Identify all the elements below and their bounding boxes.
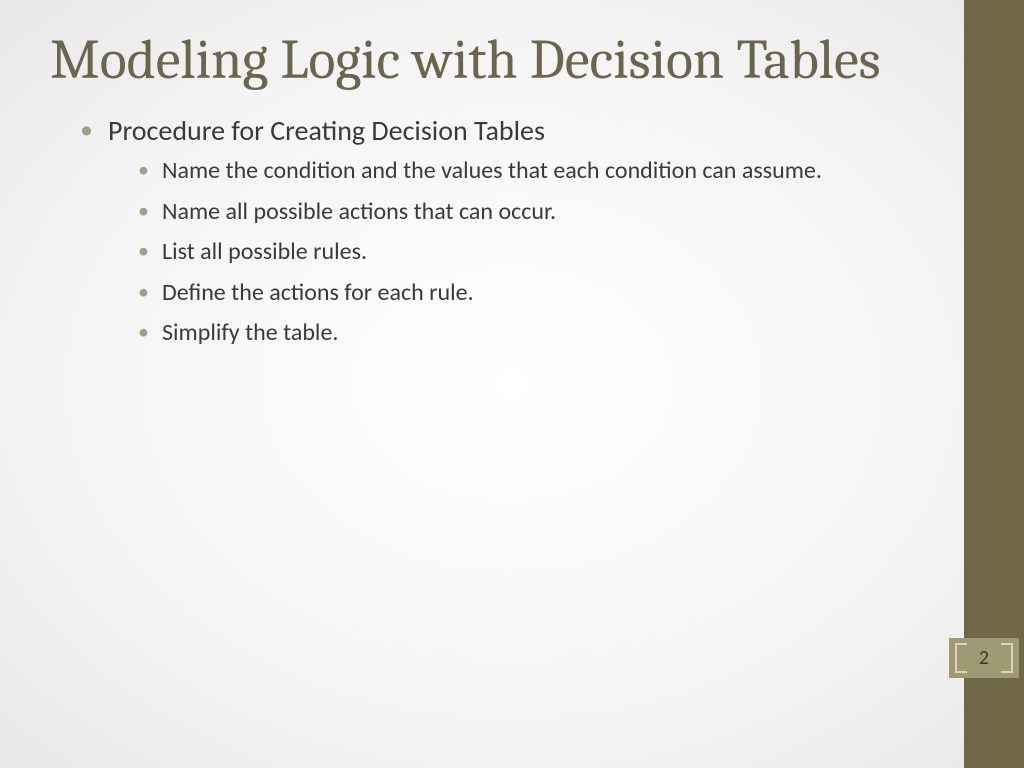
slide-content: Modeling Logic with Decision Tables Proc… [0,0,1024,387]
list-item-text: Name the condition and the values that e… [162,156,822,185]
list-item: List all possible rules. [138,236,934,268]
bullet-list-level1: Procedure for Creating Decision Tables N… [50,112,934,350]
list-item: Define the actions for each rule. [138,277,934,309]
page-number: 2 [979,646,989,670]
list-item: Simplify the table. [138,317,934,349]
list-item-text: Name all possible actions that can occur… [162,197,556,226]
list-item: Name all possible actions that can occur… [138,196,934,228]
page-number-badge: 2 [949,638,1019,678]
list-item: Name the condition and the values that e… [138,155,934,187]
list-item-text: Procedure for Creating Decision Tables [108,113,545,148]
list-item: Procedure for Creating Decision Tables N… [80,112,934,350]
list-item-text: List all possible rules. [162,237,367,266]
bullet-list-level2: Name the condition and the values that e… [108,155,934,349]
list-item-text: Simplify the table. [162,318,338,347]
list-item-text: Define the actions for each rule. [162,278,474,307]
slide-title: Modeling Logic with Decision Tables [50,30,934,92]
